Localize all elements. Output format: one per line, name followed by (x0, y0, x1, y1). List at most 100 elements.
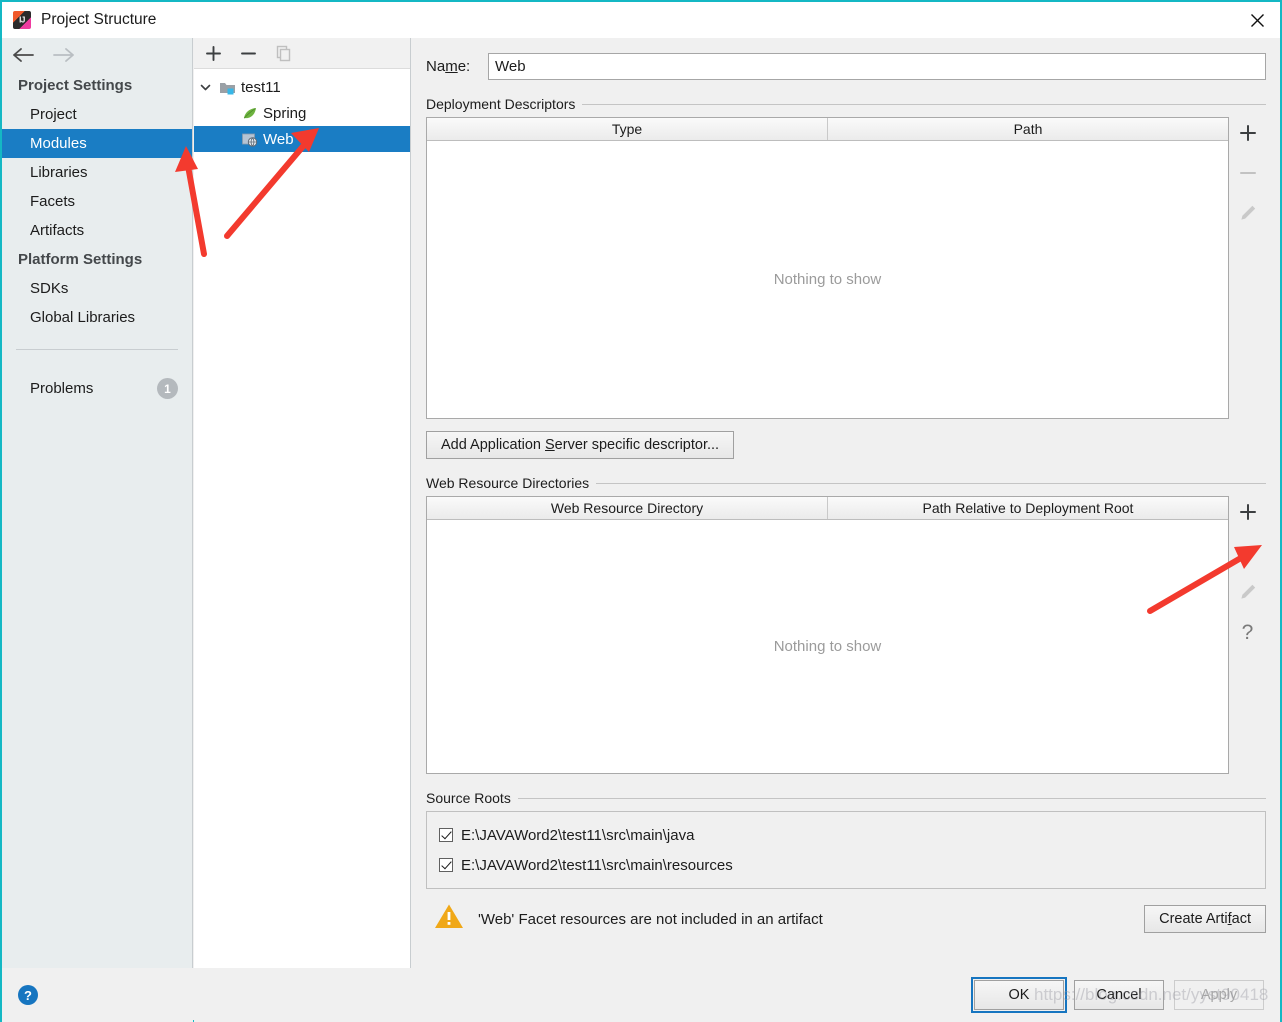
tree-node-label: Web (263, 130, 294, 148)
column-header-path-relative[interactable]: Path Relative to Deployment Root (827, 497, 1228, 519)
module-tree-panel: test11 Spring Web (194, 38, 411, 968)
sidebar-item-artifacts[interactable]: Artifacts (2, 216, 192, 245)
btn-label-pre: Create Arti (1159, 911, 1228, 927)
apply-button: Apply (1174, 980, 1264, 1010)
section-divider-line (596, 482, 1266, 484)
sidebar-divider (16, 349, 178, 350)
empty-state-text: Nothing to show (773, 271, 882, 288)
arrow-right-icon (53, 47, 74, 62)
empty-state-text: Nothing to show (773, 638, 882, 655)
sidebar-group-project-settings: Project Settings (18, 77, 133, 94)
source-root-item[interactable]: E:\JAVAWord2\test11\src\main\java (427, 820, 1265, 850)
help-circle-icon[interactable]: ? (18, 985, 38, 1005)
deployment-descriptors-table: Type Path Nothing to show (426, 117, 1229, 419)
column-header-web-resource-directory[interactable]: Web Resource Directory (427, 497, 827, 519)
checkbox-checked-icon[interactable] (439, 858, 453, 872)
help-corner: ? (2, 968, 193, 1022)
add-web-resource-button[interactable] (1235, 499, 1261, 525)
deployment-descriptors-table-wrap: Type Path Nothing to show (426, 117, 1266, 419)
source-roots-title-row: Source Roots (426, 790, 1266, 806)
close-icon[interactable] (1234, 2, 1280, 38)
remove-module-button[interactable] (240, 45, 257, 62)
sidebar-item-libraries[interactable]: Libraries (2, 158, 192, 187)
web-resource-directories-table: Web Resource Directory Path Relative to … (426, 496, 1229, 774)
arrow-left-icon[interactable] (12, 47, 36, 63)
source-root-item[interactable]: E:\JAVAWord2\test11\src\main\resources (427, 850, 1265, 880)
problems-badge: 1 (157, 378, 178, 399)
remove-web-resource-button (1235, 539, 1261, 565)
sidebar-item-project[interactable]: Project (2, 100, 192, 129)
column-header-type[interactable]: Type (427, 118, 827, 140)
deployment-descriptors-tools (1229, 117, 1266, 419)
deployment-descriptors-title-row: Deployment Descriptors (426, 96, 1266, 112)
problems-label: Problems (30, 380, 94, 397)
name-row: Name: (412, 38, 1280, 80)
btn-label-pre: Add Application (441, 437, 545, 453)
warning-triangle-icon (434, 903, 464, 935)
web-resource-tools: ? (1229, 496, 1266, 774)
btn-label-mnemonic: S (545, 437, 555, 453)
add-module-button[interactable] (205, 45, 222, 62)
artifact-warning-row: 'Web' Facet resources are not included i… (426, 903, 1266, 935)
sidebar-group-platform-settings: Platform Settings (18, 251, 143, 268)
tree-node-test11[interactable]: test11 (194, 74, 410, 100)
source-root-label: E:\JAVAWord2\test11\src\main\resources (461, 856, 733, 874)
add-descriptor-button[interactable] (1235, 120, 1261, 146)
descriptor-button-row: Add Application Server specific descript… (426, 431, 1266, 459)
name-input[interactable] (488, 53, 1266, 80)
web-resource-directories-section: Web Resource Directories Web Resource Di… (426, 475, 1266, 774)
project-structure-dialog: Project Structure Project Settings Proje… (0, 0, 1282, 1022)
copy-module-button (276, 45, 291, 61)
chevron-down-icon[interactable] (194, 82, 216, 93)
btn-label-post: erver specific descriptor... (554, 437, 720, 453)
web-facet-icon (238, 132, 260, 147)
module-tree-list: test11 Spring Web (194, 69, 410, 152)
table-body-empty: Nothing to show (427, 520, 1228, 773)
artifact-warning-text: 'Web' Facet resources are not included i… (478, 910, 823, 928)
source-roots-title: Source Roots (426, 790, 511, 806)
settings-sidebar: Project Settings Project Modules Librari… (2, 38, 193, 968)
create-artifact-button[interactable]: Create Artifact (1144, 905, 1266, 933)
title-bar: Project Structure (2, 2, 1280, 38)
remove-descriptor-button (1235, 160, 1261, 186)
source-root-label: E:\JAVAWord2\test11\src\main\java (461, 826, 695, 844)
help-web-resource-button[interactable]: ? (1235, 619, 1261, 645)
checkbox-checked-icon[interactable] (439, 828, 453, 842)
module-folder-icon (216, 80, 238, 95)
tree-node-web[interactable]: Web (194, 126, 410, 152)
dialog-footer: OK Cancel Apply (194, 968, 1280, 1022)
tree-node-spring[interactable]: Spring (194, 100, 410, 126)
question-mark-icon: ? (1241, 620, 1254, 644)
web-resource-title-row: Web Resource Directories (426, 475, 1266, 491)
add-application-server-descriptor-button[interactable]: Add Application Server specific descript… (426, 431, 735, 459)
tree-node-label: Spring (263, 104, 307, 122)
table-body-empty: Nothing to show (427, 141, 1228, 418)
sidebar-item-problems[interactable]: Problems 1 (2, 374, 192, 403)
name-label: Name: (426, 58, 488, 75)
module-tree-toolbar (194, 38, 410, 69)
table-header-row: Type Path (427, 118, 1228, 141)
sidebar-nav-arrows (2, 38, 192, 71)
tree-node-label: test11 (241, 78, 281, 96)
name-label-mnemonic: m (445, 58, 458, 75)
deployment-descriptors-section: Deployment Descriptors Type Path Nothing… (426, 96, 1266, 459)
section-divider-line (582, 103, 1266, 105)
web-resource-table-wrap: Web Resource Directory Path Relative to … (426, 496, 1266, 774)
edit-descriptor-button (1235, 200, 1261, 226)
spring-leaf-icon (238, 106, 260, 121)
name-label-post: e: (457, 58, 471, 75)
sidebar-item-modules[interactable]: Modules (2, 129, 192, 158)
cancel-button[interactable]: Cancel (1074, 980, 1164, 1010)
sidebar-item-sdks[interactable]: SDKs (2, 274, 192, 303)
ok-button[interactable]: OK (971, 977, 1067, 1013)
intellij-idea-icon (13, 11, 31, 29)
sidebar-item-global-libraries[interactable]: Global Libraries (2, 303, 192, 332)
source-roots-list: E:\JAVAWord2\test11\src\main\java E:\JAV… (426, 811, 1266, 889)
module-settings-content: Name: Deployment Descriptors Type Path N… (412, 38, 1280, 968)
deployment-descriptors-title: Deployment Descriptors (426, 96, 576, 112)
edit-web-resource-button (1235, 579, 1261, 605)
column-header-path[interactable]: Path (827, 118, 1228, 140)
sidebar-item-facets[interactable]: Facets (2, 187, 192, 216)
source-roots-section: Source Roots E:\JAVAWord2\test11\src\mai… (426, 790, 1266, 889)
btn-label-post: act (1231, 911, 1251, 927)
